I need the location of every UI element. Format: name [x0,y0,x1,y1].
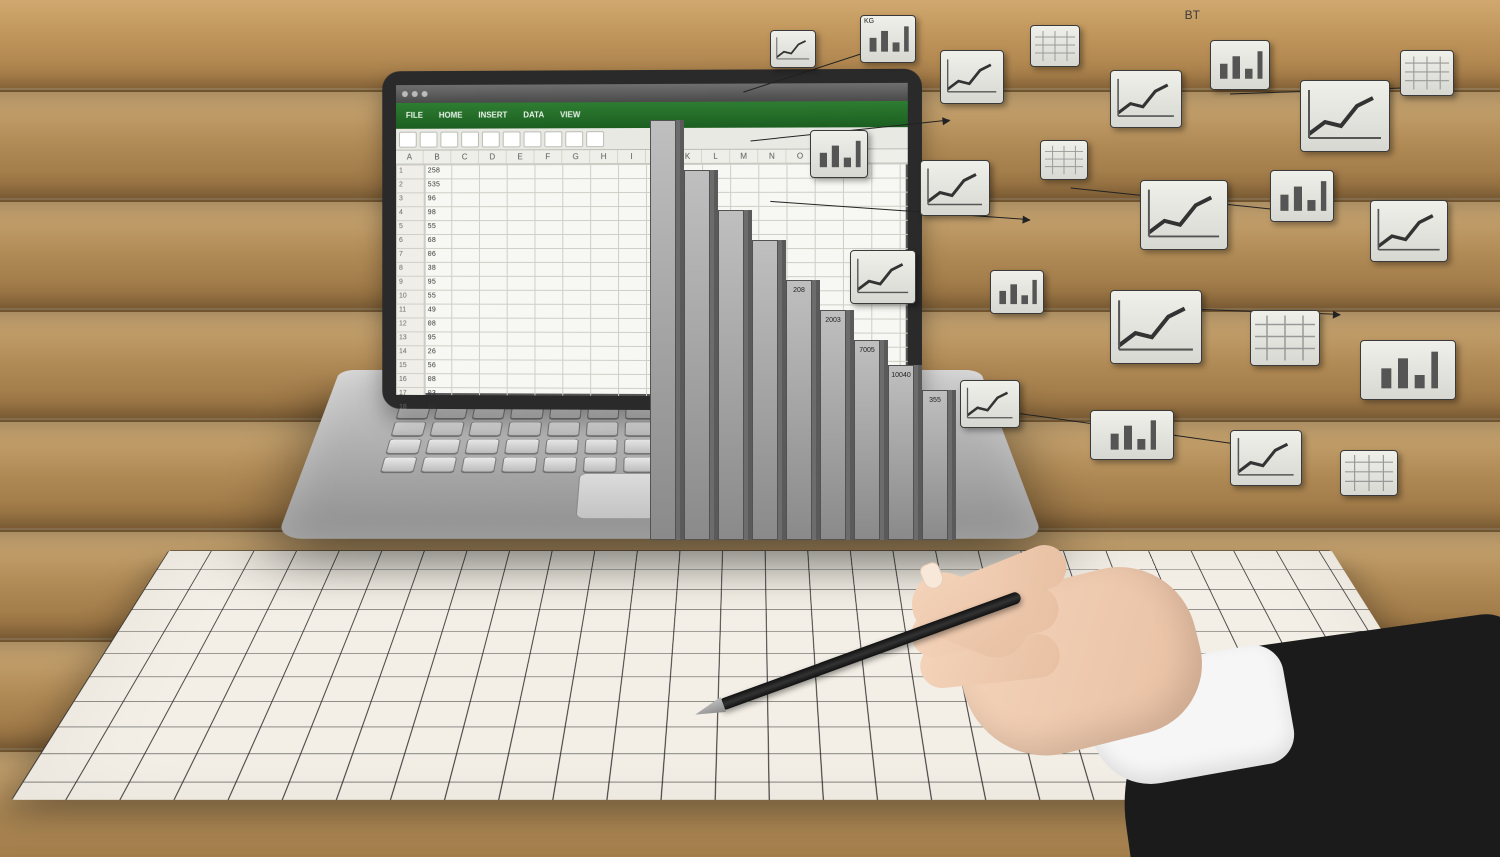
chart-thumbnail [940,50,1004,104]
chart-thumbnail [1090,410,1174,460]
chart-thumbnail [1340,450,1398,496]
chart-thumbnail: KG [860,15,916,63]
chart-thumbnail [850,250,916,304]
chart-thumbnail [1030,25,1080,67]
chart-thumbnail [960,380,1020,428]
corner-label: BT [1185,8,1200,22]
chart-thumbnail [1250,310,1320,366]
chart-thumbnail [1230,430,1302,486]
chart-thumbnail [1270,170,1334,222]
chart-thumbnail [1110,290,1202,364]
chart-thumbnail [990,270,1044,314]
chart-thumbnail [1370,200,1448,262]
chart-thumbnail [920,160,990,216]
chart-thumbnail [1400,50,1454,96]
chart-thumbnail [810,130,868,178]
chart-thumbnail [1210,40,1270,90]
chart-thumbnail [1300,80,1390,152]
hand-with-pen [940,497,1500,857]
floating-charts-cloud: KG [710,10,1490,530]
illustration-scene: FILEHOMEINSERTDATAVIEW ABCDEFGHIJKLMNOP … [0,0,1500,857]
chart-thumbnail [770,30,816,68]
chart-thumbnail [1360,340,1456,400]
chart-thumbnail [1140,180,1228,250]
chart-thumbnail [1110,70,1182,128]
chart-thumbnail [1040,140,1088,180]
